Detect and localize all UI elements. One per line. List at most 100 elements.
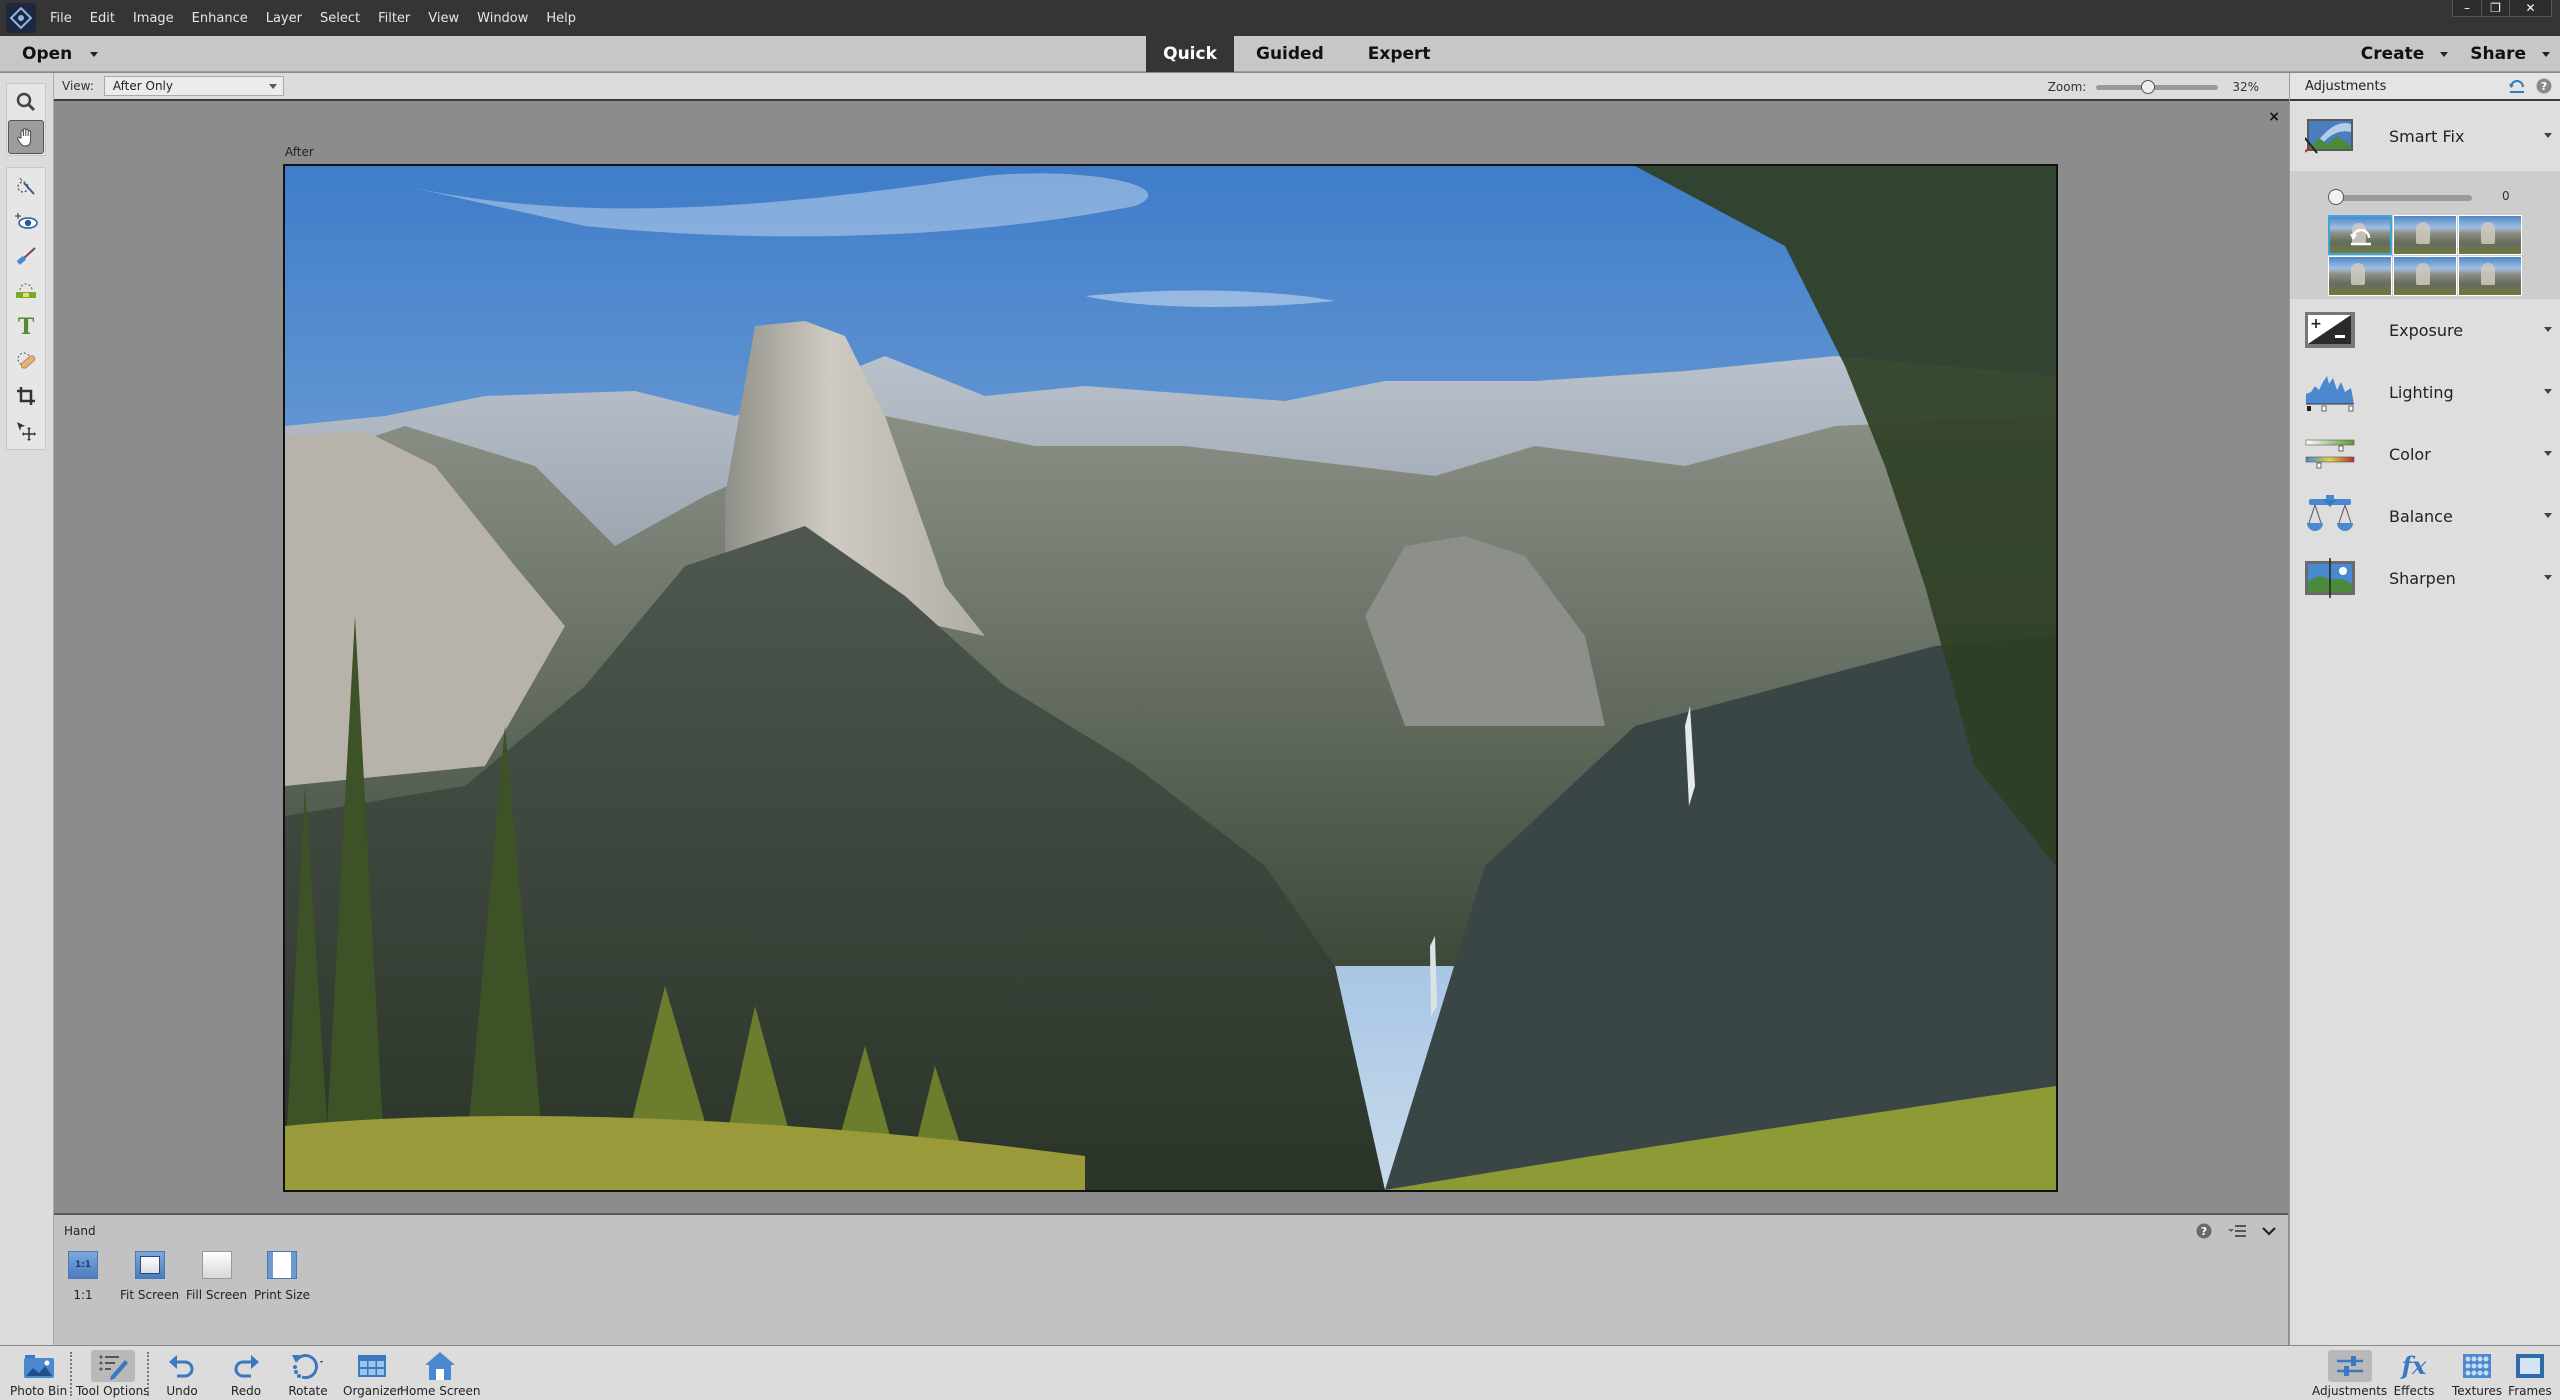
fill-screen-button[interactable]: Fill Screen (186, 1251, 247, 1302)
menu-help[interactable]: Help (546, 11, 576, 26)
help-icon[interactable]: ? (2196, 1223, 2212, 1239)
tool-options-label: Tool Options (76, 1384, 150, 1398)
restore-button[interactable]: ❐ (2481, 0, 2509, 16)
move-icon (17, 422, 36, 441)
home-screen-button[interactable]: Home Screen (400, 1350, 481, 1398)
color-section[interactable]: Color (2290, 423, 2560, 485)
undo-icon (160, 1350, 204, 1382)
frames-label: Frames (2508, 1384, 2552, 1398)
minimize-button[interactable]: – (2453, 0, 2481, 16)
effects-button[interactable]: fx Effects (2392, 1350, 2436, 1398)
sharpen-icon (2305, 558, 2355, 598)
hand-tool[interactable] (8, 120, 44, 154)
chevron-down-icon[interactable] (2544, 513, 2552, 518)
textures-button[interactable]: Textures (2452, 1350, 2502, 1398)
crop-icon (17, 387, 35, 405)
chevron-down-icon[interactable] (2544, 575, 2552, 580)
sharpen-label: Sharpen (2389, 568, 2456, 588)
menu-enhance[interactable]: Enhance (192, 11, 248, 26)
type-tool[interactable]: T (8, 309, 44, 343)
smart-fix-presets (2328, 215, 2522, 296)
panel-title: Adjustments (2305, 78, 2387, 94)
open-button[interactable]: Open (22, 36, 99, 72)
help-icon[interactable]: ? (2536, 78, 2552, 94)
menu-window[interactable]: Window (477, 11, 528, 26)
whiten-teeth-tool[interactable] (8, 239, 44, 273)
close-icon[interactable]: × (2268, 109, 2280, 125)
balance-section[interactable]: Balance (2290, 485, 2560, 547)
view-select[interactable]: After Only (103, 76, 284, 96)
share-button[interactable]: Share (2470, 44, 2550, 64)
zoom-tool[interactable] (8, 85, 44, 119)
tab-quick[interactable]: Quick (1146, 36, 1234, 72)
mode-tabs: Quick Guided Expert (1146, 36, 1453, 72)
straighten-tool[interactable] (8, 274, 44, 308)
menu-select[interactable]: Select (320, 11, 360, 26)
smart-fix-preset-reset[interactable] (2328, 215, 2392, 255)
svg-text:+: + (2310, 316, 2322, 332)
menu-edit[interactable]: Edit (90, 11, 115, 26)
create-button[interactable]: Create (2361, 44, 2449, 64)
fill-screen-icon (201, 1251, 232, 1279)
crop-tool[interactable] (8, 379, 44, 413)
quick-selection-tool[interactable] (8, 169, 44, 203)
collapse-chevron-icon[interactable] (2262, 1226, 2276, 1236)
menu-filter[interactable]: Filter (378, 11, 410, 26)
photo-bin-label: Photo Bin (10, 1384, 68, 1398)
exposure-section[interactable]: + Exposure (2290, 299, 2560, 361)
chevron-down-icon[interactable] (2544, 133, 2552, 138)
photo-bin-button[interactable]: Photo Bin (10, 1350, 67, 1398)
options-menu-icon[interactable] (2228, 1224, 2246, 1238)
smart-fix-slider[interactable] (2328, 189, 2472, 205)
reset-icon (2350, 228, 2371, 246)
redo-label: Redo (230, 1384, 262, 1398)
zoom-slider[interactable] (2096, 79, 2219, 94)
smart-fix-slider-thumb[interactable] (2328, 189, 2344, 205)
tool-options-button[interactable]: Tool Options (76, 1350, 149, 1398)
level-icon (16, 283, 36, 298)
fit-screen-button[interactable]: Fit Screen (120, 1251, 179, 1302)
smart-fix-preset[interactable] (2328, 256, 2392, 296)
chevron-down-icon[interactable] (2544, 327, 2552, 332)
lighting-section[interactable]: Lighting (2290, 361, 2560, 423)
move-tool[interactable] (8, 414, 44, 448)
reset-icon[interactable] (2508, 78, 2526, 94)
print-size-button[interactable]: Print Size (254, 1251, 310, 1302)
spot-healing-tool[interactable] (8, 344, 44, 378)
textures-icon (2455, 1350, 2499, 1382)
menu-image[interactable]: Image (133, 11, 174, 26)
undo-button[interactable]: Undo (160, 1350, 204, 1398)
menu-bar: File Edit Image Enhance Layer Select Fil… (0, 0, 2560, 36)
redo-icon (224, 1350, 268, 1382)
chevron-down-icon[interactable] (2544, 389, 2552, 394)
red-eye-tool[interactable] (8, 204, 44, 238)
menu-layer[interactable]: Layer (266, 11, 302, 26)
chevron-down-icon (2542, 51, 2550, 57)
smart-fix-preset[interactable] (2393, 256, 2457, 296)
actual-pixels-button[interactable]: 1:1 1:1 (68, 1251, 98, 1302)
menu-file[interactable]: File (50, 11, 72, 26)
sharpen-section[interactable]: Sharpen (2290, 547, 2560, 609)
organizer-button[interactable]: Organizer (343, 1350, 402, 1398)
exposure-label: Exposure (2389, 320, 2464, 340)
frames-button[interactable]: Frames (2508, 1350, 2552, 1398)
rotate-button[interactable]: Rotate (286, 1350, 330, 1398)
hand-icon (17, 128, 32, 147)
chevron-down-icon[interactable] (2544, 451, 2552, 456)
smart-fix-preset[interactable] (2458, 256, 2522, 296)
close-window-button[interactable]: ✕ (2509, 0, 2551, 16)
smart-fix-section[interactable]: Smart Fix (2290, 101, 2560, 171)
menu-view[interactable]: View (428, 11, 459, 26)
photo-bin-icon (17, 1350, 61, 1382)
chevron-down-icon[interactable] (90, 51, 99, 57)
redo-button[interactable]: Redo (224, 1350, 268, 1398)
tab-expert[interactable]: Expert (1346, 36, 1453, 72)
zoom-slider-thumb[interactable] (2140, 79, 2155, 94)
smart-fix-preset[interactable] (2393, 215, 2457, 255)
zoom-value: 32% (2232, 80, 2259, 94)
tab-guided[interactable]: Guided (1234, 36, 1346, 72)
adjustments-button[interactable]: Adjustments (2312, 1350, 2387, 1398)
landscape-photo (285, 166, 2056, 1190)
smart-fix-preset[interactable] (2458, 215, 2522, 255)
photo-canvas[interactable] (283, 164, 2058, 1192)
